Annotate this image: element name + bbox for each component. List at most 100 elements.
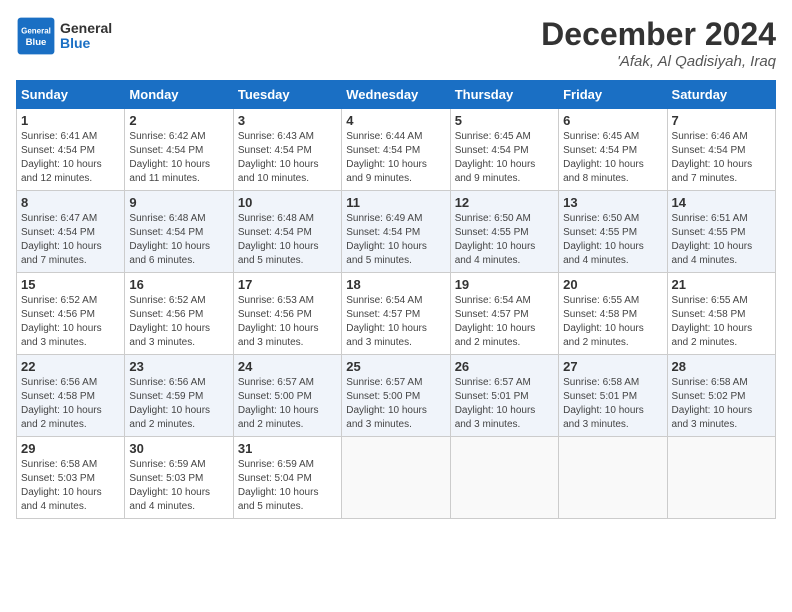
main-title: December 2024: [541, 16, 776, 53]
day-number: 19: [455, 277, 554, 292]
calendar-week-2: 8 Sunrise: 6:47 AM Sunset: 4:54 PM Dayli…: [17, 191, 776, 273]
day-info: Sunrise: 6:48 AM Sunset: 4:54 PM Dayligh…: [238, 212, 337, 268]
day-info: Sunrise: 6:42 AM Sunset: 4:54 PM Dayligh…: [129, 130, 228, 186]
day-info: Sunrise: 6:59 AM Sunset: 5:03 PM Dayligh…: [129, 458, 228, 514]
day-number: 20: [563, 277, 662, 292]
calendar-cell: 16 Sunrise: 6:52 AM Sunset: 4:56 PM Dayl…: [125, 273, 233, 355]
calendar-cell: 21 Sunrise: 6:55 AM Sunset: 4:58 PM Dayl…: [667, 273, 775, 355]
logo: General Blue General Blue: [16, 16, 112, 56]
calendar-cell: 12 Sunrise: 6:50 AM Sunset: 4:55 PM Dayl…: [450, 191, 558, 273]
day-number: 23: [129, 359, 228, 374]
day-info: Sunrise: 6:41 AM Sunset: 4:54 PM Dayligh…: [21, 130, 120, 186]
day-info: Sunrise: 6:45 AM Sunset: 4:54 PM Dayligh…: [563, 130, 662, 186]
calendar-cell: 17 Sunrise: 6:53 AM Sunset: 4:56 PM Dayl…: [233, 273, 341, 355]
calendar-cell: 23 Sunrise: 6:56 AM Sunset: 4:59 PM Dayl…: [125, 355, 233, 437]
day-info: Sunrise: 6:52 AM Sunset: 4:56 PM Dayligh…: [21, 294, 120, 350]
calendar-table: SundayMondayTuesdayWednesdayThursdayFrid…: [16, 80, 776, 519]
day-info: Sunrise: 6:46 AM Sunset: 4:54 PM Dayligh…: [672, 130, 771, 186]
day-number: 9: [129, 195, 228, 210]
calendar-cell: 11 Sunrise: 6:49 AM Sunset: 4:54 PM Dayl…: [342, 191, 450, 273]
day-info: Sunrise: 6:58 AM Sunset: 5:02 PM Dayligh…: [672, 376, 771, 432]
day-number: 17: [238, 277, 337, 292]
header: General Blue General Blue December 2024 …: [16, 16, 776, 70]
day-number: 13: [563, 195, 662, 210]
day-info: Sunrise: 6:48 AM Sunset: 4:54 PM Dayligh…: [129, 212, 228, 268]
calendar-cell: 2 Sunrise: 6:42 AM Sunset: 4:54 PM Dayli…: [125, 109, 233, 191]
calendar-cell: 18 Sunrise: 6:54 AM Sunset: 4:57 PM Dayl…: [342, 273, 450, 355]
calendar-cell: 22 Sunrise: 6:56 AM Sunset: 4:58 PM Dayl…: [17, 355, 125, 437]
calendar-cell: 9 Sunrise: 6:48 AM Sunset: 4:54 PM Dayli…: [125, 191, 233, 273]
calendar-cell: 27 Sunrise: 6:58 AM Sunset: 5:01 PM Dayl…: [559, 355, 667, 437]
day-number: 27: [563, 359, 662, 374]
day-info: Sunrise: 6:55 AM Sunset: 4:58 PM Dayligh…: [563, 294, 662, 350]
day-info: Sunrise: 6:50 AM Sunset: 4:55 PM Dayligh…: [563, 212, 662, 268]
calendar-cell: 1 Sunrise: 6:41 AM Sunset: 4:54 PM Dayli…: [17, 109, 125, 191]
calendar-cell: 19 Sunrise: 6:54 AM Sunset: 4:57 PM Dayl…: [450, 273, 558, 355]
calendar-cell: 15 Sunrise: 6:52 AM Sunset: 4:56 PM Dayl…: [17, 273, 125, 355]
calendar-cell: 14 Sunrise: 6:51 AM Sunset: 4:55 PM Dayl…: [667, 191, 775, 273]
day-header-sunday: Sunday: [17, 81, 125, 109]
day-number: 11: [346, 195, 445, 210]
day-number: 14: [672, 195, 771, 210]
day-number: 3: [238, 113, 337, 128]
day-info: Sunrise: 6:56 AM Sunset: 4:59 PM Dayligh…: [129, 376, 228, 432]
day-number: 25: [346, 359, 445, 374]
day-number: 1: [21, 113, 120, 128]
day-number: 4: [346, 113, 445, 128]
calendar-cell: 31 Sunrise: 6:59 AM Sunset: 5:04 PM Dayl…: [233, 437, 341, 519]
day-number: 26: [455, 359, 554, 374]
svg-text:General: General: [21, 27, 51, 36]
day-number: 21: [672, 277, 771, 292]
day-number: 18: [346, 277, 445, 292]
calendar-cell: 29 Sunrise: 6:58 AM Sunset: 5:03 PM Dayl…: [17, 437, 125, 519]
day-info: Sunrise: 6:49 AM Sunset: 4:54 PM Dayligh…: [346, 212, 445, 268]
logo-blue-text: Blue: [60, 36, 112, 51]
calendar-cell: 4 Sunrise: 6:44 AM Sunset: 4:54 PM Dayli…: [342, 109, 450, 191]
day-info: Sunrise: 6:54 AM Sunset: 4:57 PM Dayligh…: [346, 294, 445, 350]
day-info: Sunrise: 6:57 AM Sunset: 5:00 PM Dayligh…: [346, 376, 445, 432]
day-number: 29: [21, 441, 120, 456]
calendar-cell: 26 Sunrise: 6:57 AM Sunset: 5:01 PM Dayl…: [450, 355, 558, 437]
day-info: Sunrise: 6:55 AM Sunset: 4:58 PM Dayligh…: [672, 294, 771, 350]
calendar-cell: 28 Sunrise: 6:58 AM Sunset: 5:02 PM Dayl…: [667, 355, 775, 437]
day-number: 28: [672, 359, 771, 374]
day-number: 30: [129, 441, 228, 456]
day-number: 5: [455, 113, 554, 128]
calendar-cell: [450, 437, 558, 519]
day-number: 12: [455, 195, 554, 210]
day-info: Sunrise: 6:59 AM Sunset: 5:04 PM Dayligh…: [238, 458, 337, 514]
day-info: Sunrise: 6:50 AM Sunset: 4:55 PM Dayligh…: [455, 212, 554, 268]
day-number: 8: [21, 195, 120, 210]
day-header-monday: Monday: [125, 81, 233, 109]
day-number: 6: [563, 113, 662, 128]
logo-icon: General Blue: [16, 16, 56, 56]
calendar-cell: [342, 437, 450, 519]
calendar-cell: 13 Sunrise: 6:50 AM Sunset: 4:55 PM Dayl…: [559, 191, 667, 273]
calendar-week-4: 22 Sunrise: 6:56 AM Sunset: 4:58 PM Dayl…: [17, 355, 776, 437]
day-info: Sunrise: 6:44 AM Sunset: 4:54 PM Dayligh…: [346, 130, 445, 186]
day-number: 2: [129, 113, 228, 128]
day-number: 15: [21, 277, 120, 292]
day-info: Sunrise: 6:57 AM Sunset: 5:01 PM Dayligh…: [455, 376, 554, 432]
day-number: 22: [21, 359, 120, 374]
day-info: Sunrise: 6:45 AM Sunset: 4:54 PM Dayligh…: [455, 130, 554, 186]
day-header-thursday: Thursday: [450, 81, 558, 109]
day-info: Sunrise: 6:54 AM Sunset: 4:57 PM Dayligh…: [455, 294, 554, 350]
day-info: Sunrise: 6:58 AM Sunset: 5:03 PM Dayligh…: [21, 458, 120, 514]
calendar-cell: [559, 437, 667, 519]
day-number: 16: [129, 277, 228, 292]
calendar-week-1: 1 Sunrise: 6:41 AM Sunset: 4:54 PM Dayli…: [17, 109, 776, 191]
logo-general-text: General: [60, 21, 112, 36]
day-header-wednesday: Wednesday: [342, 81, 450, 109]
calendar-cell: 25 Sunrise: 6:57 AM Sunset: 5:00 PM Dayl…: [342, 355, 450, 437]
calendar-week-3: 15 Sunrise: 6:52 AM Sunset: 4:56 PM Dayl…: [17, 273, 776, 355]
day-header-friday: Friday: [559, 81, 667, 109]
day-info: Sunrise: 6:56 AM Sunset: 4:58 PM Dayligh…: [21, 376, 120, 432]
calendar-cell: 5 Sunrise: 6:45 AM Sunset: 4:54 PM Dayli…: [450, 109, 558, 191]
calendar-header-row: SundayMondayTuesdayWednesdayThursdayFrid…: [17, 81, 776, 109]
day-number: 31: [238, 441, 337, 456]
calendar-cell: 7 Sunrise: 6:46 AM Sunset: 4:54 PM Dayli…: [667, 109, 775, 191]
calendar-cell: 3 Sunrise: 6:43 AM Sunset: 4:54 PM Dayli…: [233, 109, 341, 191]
day-info: Sunrise: 6:53 AM Sunset: 4:56 PM Dayligh…: [238, 294, 337, 350]
day-info: Sunrise: 6:52 AM Sunset: 4:56 PM Dayligh…: [129, 294, 228, 350]
